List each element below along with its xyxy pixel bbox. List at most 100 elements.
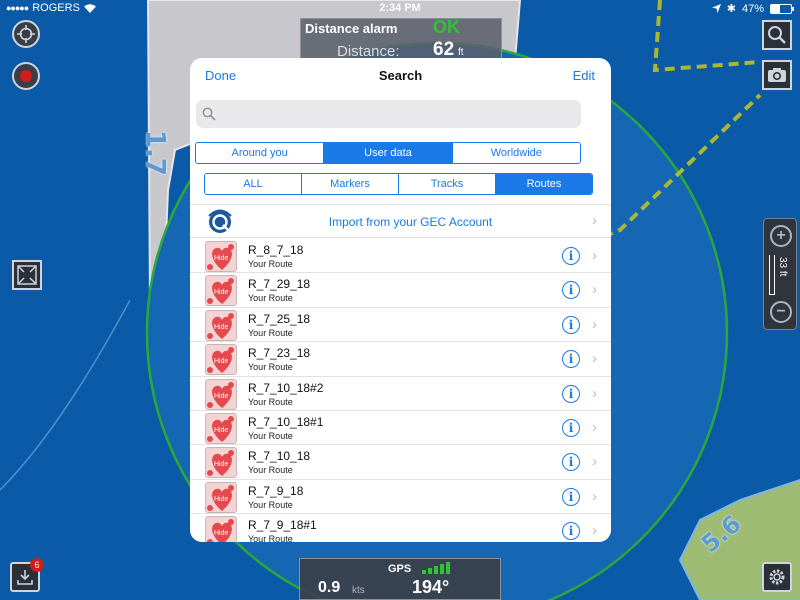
route-subtitle: Your Route [248, 430, 293, 441]
svg-text:Hide: Hide [214, 358, 229, 365]
info-icon[interactable]: i [562, 247, 580, 265]
route-thumbnail: Hide [205, 447, 237, 479]
svg-text:Hide: Hide [214, 496, 229, 503]
chevron-right-icon: › [592, 350, 597, 368]
route-thumbnail: Hide [205, 275, 237, 307]
route-subtitle: Your Route [248, 327, 293, 338]
battery-level [771, 4, 781, 13]
chevron-right-icon: › [592, 247, 597, 264]
route-name: R_7_10_18#2 [248, 380, 324, 395]
segment-worldwide[interactable]: Worldwide [452, 143, 580, 163]
notification-badge: 6 [30, 558, 44, 572]
segment-around-you[interactable]: Around you [196, 143, 325, 163]
segment-user-data[interactable]: User data [324, 143, 453, 163]
gps-signal-bar [428, 568, 432, 574]
route-subtitle: Your Route [248, 259, 293, 269]
depth-label: 1.7 [140, 129, 171, 177]
info-icon[interactable]: i [562, 315, 580, 334]
route-name: R_7_9_18 [248, 483, 304, 498]
info-icon[interactable]: i [562, 281, 580, 300]
info-icon[interactable]: i [562, 418, 580, 437]
battery-icon [770, 3, 794, 14]
route-name: R_7_9_18#1 [248, 518, 317, 533]
modal-title: Search [378, 68, 423, 83]
location-arrow-icon [711, 4, 721, 13]
import-gec-row[interactable]: Import from your GEC Account › [190, 204, 611, 238]
edit-button[interactable]: Edit [573, 68, 595, 83]
download-button[interactable]: 6 [10, 558, 44, 592]
chevron-right-icon: › [592, 315, 597, 333]
route-subtitle: Your Route [248, 465, 293, 476]
chevron-right-icon: › [592, 281, 597, 299]
search-icon [202, 107, 216, 121]
route-list-item[interactable]: Hide R_7_25_18 Your Route i › [190, 308, 611, 343]
route-thumbnail: Hide [205, 516, 237, 542]
gps-speed: 0.9 [318, 579, 341, 596]
alarm-title: Distance alarm [305, 21, 398, 36]
route-thumbnail: Hide [205, 481, 237, 513]
route-subtitle: Your Route [248, 396, 293, 407]
fullscreen-icon [17, 265, 37, 285]
info-icon[interactable]: i [562, 384, 580, 403]
fullscreen-button[interactable] [12, 260, 42, 290]
chevron-right-icon: › [592, 212, 597, 229]
search-icon [768, 26, 786, 44]
status-time: 2:34 PM [379, 2, 421, 14]
done-button[interactable]: Done [205, 68, 236, 83]
route-list-item[interactable]: Hide R_7_10_18#1 Your Route i › [190, 411, 611, 446]
route-list-item[interactable]: Hide R_7_10_18 Your Route i › [190, 445, 611, 480]
camera-icon [768, 68, 786, 82]
svg-text:Hide: Hide [214, 324, 229, 331]
route-subtitle: Your Route [248, 362, 293, 373]
segment-routes[interactable]: Routes [496, 174, 592, 194]
settings-button[interactable] [762, 562, 792, 592]
gps-signal-bar [422, 570, 426, 574]
zoom-in-button[interactable]: + [770, 225, 792, 247]
segment-tracks[interactable]: Tracks [399, 174, 496, 194]
scope-segmented-control: Around you User data Worldwide [195, 142, 581, 164]
route-list-item[interactable]: Hide R_7_9_18#1 Your Route i › [190, 514, 611, 542]
segment-markers[interactable]: Markers [302, 174, 399, 194]
gps-panel[interactable]: GPS 0.9 kts 194° [299, 558, 501, 600]
info-icon[interactable]: i [562, 522, 580, 541]
record-track-button[interactable] [12, 62, 40, 90]
route-list-item[interactable]: Hide R_7_23_18 Your Route i › [190, 342, 611, 377]
route-thumbnail: Hide [205, 412, 237, 444]
gps-signal-bar [446, 562, 450, 574]
crosshair-icon [17, 25, 35, 43]
route-list-item[interactable]: Hide R_8_7_18 Your Route i › [190, 239, 611, 274]
route-list-item[interactable]: Hide R_7_29_18 Your Route i › [190, 273, 611, 308]
route-subtitle: Your Route [248, 499, 293, 510]
info-icon[interactable]: i [562, 350, 580, 369]
modal-header: Done Search Edit [190, 58, 611, 92]
camera-button[interactable] [762, 60, 792, 90]
map-search-button[interactable] [762, 20, 792, 50]
route-list-item[interactable]: Hide R_7_9_18 Your Route i › [190, 480, 611, 515]
route-subtitle: Your Route [248, 293, 293, 304]
segment-all[interactable]: ALL [205, 174, 302, 194]
route-name: R_7_10_18 [248, 449, 311, 464]
search-input[interactable] [220, 104, 572, 124]
gps-signal-icon [422, 562, 450, 574]
info-icon[interactable]: i [562, 453, 580, 472]
type-segmented-control: ALL Markers Tracks Routes [204, 173, 593, 195]
zoom-out-button[interactable]: − [770, 301, 792, 323]
gps-signal-bar [434, 566, 438, 574]
route-list: Hide R_8_7_18 Your Route i › Hide R_7_29… [190, 239, 611, 542]
route-name: R_7_23_18 [248, 346, 311, 361]
scale-label: 33 ft [777, 257, 788, 277]
info-icon[interactable]: i [562, 487, 580, 506]
route-name: R_7_25_18 [248, 311, 311, 326]
route-name: R_8_7_18 [248, 243, 304, 257]
record-icon [20, 70, 32, 82]
battery-percent: 47% [741, 2, 764, 15]
search-modal: Done Search Edit Around you User data Worl… [190, 58, 611, 542]
import-label: Import from your GEC Account [328, 215, 493, 229]
download-icon [17, 570, 33, 585]
route-list-item[interactable]: Hide R_7_10_18#2 Your Route i › [190, 377, 611, 411]
route-thumbnail: Hide [205, 309, 237, 341]
svg-text:Hide: Hide [214, 289, 229, 296]
scale-bar [769, 255, 775, 295]
search-field[interactable] [196, 100, 581, 128]
center-location-button[interactable] [12, 20, 40, 48]
